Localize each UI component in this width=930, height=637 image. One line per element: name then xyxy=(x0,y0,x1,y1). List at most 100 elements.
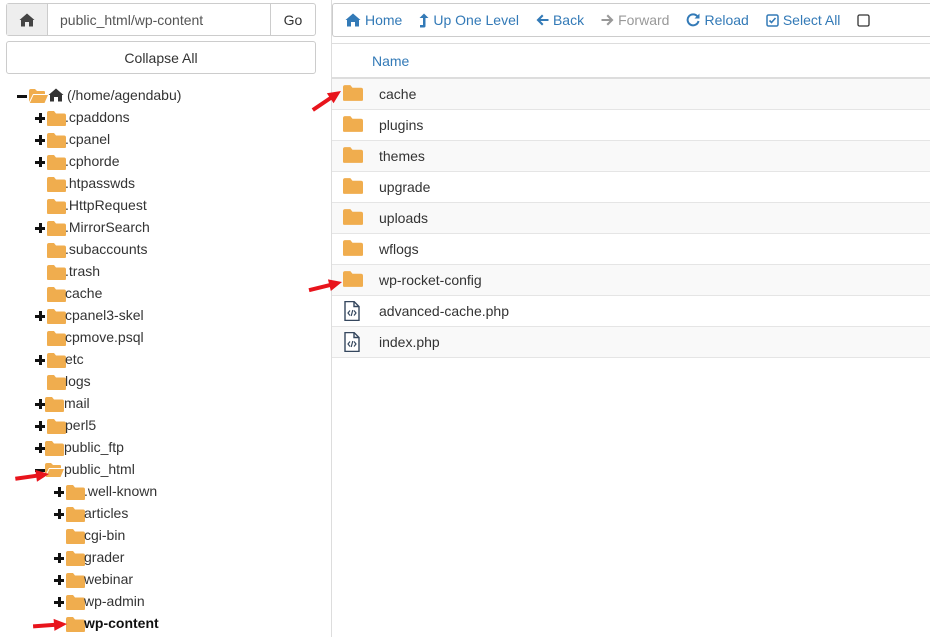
tree-item-grader[interactable]: grader xyxy=(0,547,330,569)
tree-item-label: cache xyxy=(65,285,103,301)
toolbar-forward-button[interactable]: Forward xyxy=(601,12,669,28)
toolbar-up-one-level-label: Up One Level xyxy=(433,12,519,28)
expand-toggle-icon[interactable] xyxy=(35,443,45,453)
home-icon xyxy=(48,88,64,102)
tree-item-mirrorsearch[interactable]: .MirrorSearch xyxy=(0,217,330,239)
tree-item-cpaddons[interactable]: .cpaddons xyxy=(0,107,330,129)
toolbar-unselect-all-button[interactable] xyxy=(857,13,874,27)
tree-item-label: .subaccounts xyxy=(65,241,148,257)
arrow-right-icon xyxy=(601,14,614,26)
table-row[interactable]: wp-rocket-config xyxy=(332,265,930,296)
tree-item-label: wp-content xyxy=(84,615,159,631)
collapse-all-button[interactable]: Collapse All xyxy=(6,41,316,74)
folder-icon xyxy=(66,529,85,544)
tree-item-label: logs xyxy=(65,373,91,389)
tree-item-webinar[interactable]: webinar xyxy=(0,569,330,591)
tree-item-wp-admin[interactable]: wp-admin xyxy=(0,591,330,613)
folder-icon xyxy=(343,271,363,287)
tree-item-perl5[interactable]: perl5 xyxy=(0,415,330,437)
tree-item-cpanel3-skel[interactable]: cpanel3-skel xyxy=(0,305,330,327)
table-row[interactable]: advanced-cache.php xyxy=(332,296,930,327)
toolbar-up-one-level-button[interactable]: Up One Level xyxy=(419,12,519,28)
expand-toggle-icon[interactable] xyxy=(35,399,45,409)
tree-item-articles[interactable]: articles xyxy=(0,503,330,525)
tree-root[interactable]: (/home/agendabu) xyxy=(0,85,330,107)
toolbar-select-all-button[interactable]: Select All xyxy=(766,12,841,28)
table-row[interactable]: plugins xyxy=(332,110,930,141)
expand-toggle-icon[interactable] xyxy=(54,575,64,585)
tree-item-etc[interactable]: etc xyxy=(0,349,330,371)
expand-toggle-icon[interactable] xyxy=(54,509,64,519)
level-up-icon xyxy=(419,13,429,28)
file-name: advanced-cache.php xyxy=(379,303,509,319)
tree-item-well-known[interactable]: .well-known xyxy=(0,481,330,503)
tree-item-label: articles xyxy=(84,505,129,521)
folder-icon xyxy=(47,287,66,302)
folder-icon xyxy=(66,551,85,566)
tree-item-label: .cpanel xyxy=(65,131,111,147)
tree-item-trash[interactable]: .trash xyxy=(0,261,330,283)
tree-item-logs[interactable]: logs xyxy=(0,371,330,393)
file-name: plugins xyxy=(379,117,424,133)
toolbar-reload-label: Reload xyxy=(704,12,749,28)
file-tree-pane: Go Collapse All (/home/agendabu) .cpaddo… xyxy=(0,0,331,637)
tree-item-cpmove-psql[interactable]: cpmove.psql xyxy=(0,327,330,349)
tree-item-httprequest[interactable]: .HttpRequest xyxy=(0,195,330,217)
php-file-icon xyxy=(344,332,360,352)
tree-item-htpasswds[interactable]: .htpasswds xyxy=(0,173,330,195)
tree-item-label: .cphorde xyxy=(65,153,120,169)
annotation-arrow-icon xyxy=(309,86,345,115)
folder-icon xyxy=(47,177,66,192)
path-home-button[interactable] xyxy=(7,4,48,35)
folder-icon xyxy=(47,199,66,214)
home-icon xyxy=(19,13,35,26)
tree-item-cphorde[interactable]: .cphorde xyxy=(0,151,330,173)
table-row[interactable]: index.php xyxy=(332,327,930,358)
tree-item-subaccounts[interactable]: .subaccounts xyxy=(0,239,330,261)
table-row[interactable]: upgrade xyxy=(332,172,930,203)
toolbar-select-all-label: Select All xyxy=(782,12,841,28)
expand-toggle-icon[interactable] xyxy=(54,553,64,563)
expand-toggle-icon[interactable] xyxy=(35,223,45,233)
tree-item-cpanel[interactable]: .cpanel xyxy=(0,129,330,151)
tree-item-cgi-bin[interactable]: cgi-bin xyxy=(0,525,330,547)
table-row[interactable]: wflogs xyxy=(332,234,930,265)
file-toolbar: Home Up One Level Back Forward Reload Se… xyxy=(332,3,930,37)
table-row[interactable]: themes xyxy=(332,141,930,172)
file-name: cache xyxy=(379,86,417,102)
toolbar-forward-label: Forward xyxy=(618,12,670,28)
folder-icon xyxy=(66,595,85,610)
tree-item-cache[interactable]: cache xyxy=(0,283,330,305)
expand-toggle-icon[interactable] xyxy=(35,421,45,431)
column-header-name[interactable]: Name xyxy=(372,53,409,69)
toolbar-reload-button[interactable]: Reload xyxy=(686,12,749,28)
folder-icon xyxy=(343,85,363,101)
tree-item-label: .HttpRequest xyxy=(65,197,147,213)
file-rows: cache plugins themes upgrade uploads wfl… xyxy=(332,79,930,358)
tree-item-mail[interactable]: mail xyxy=(0,393,330,415)
tree-item-label: .MirrorSearch xyxy=(65,219,150,235)
toolbar-home-button[interactable]: Home xyxy=(345,12,402,28)
file-name: wflogs xyxy=(379,241,419,257)
folder-icon xyxy=(45,397,64,412)
tree-item-label: webinar xyxy=(84,571,134,587)
table-row[interactable]: uploads xyxy=(332,203,930,234)
toolbar-home-label: Home xyxy=(365,12,403,28)
collapse-toggle-icon[interactable] xyxy=(17,91,27,101)
path-input[interactable] xyxy=(48,4,270,35)
expand-toggle-icon[interactable] xyxy=(54,597,64,607)
expand-toggle-icon[interactable] xyxy=(54,487,64,497)
go-button[interactable]: Go xyxy=(270,4,315,35)
tree-item-label: cpanel3-skel xyxy=(65,307,144,323)
toolbar-back-button[interactable]: Back xyxy=(536,12,584,28)
expand-toggle-icon[interactable] xyxy=(35,135,45,145)
expand-toggle-icon[interactable] xyxy=(35,113,45,123)
tree-item-label: etc xyxy=(65,351,84,367)
expand-toggle-icon[interactable] xyxy=(35,311,45,321)
table-row[interactable]: cache xyxy=(332,79,930,110)
expand-toggle-icon[interactable] xyxy=(35,355,45,365)
folder-icon xyxy=(66,485,85,500)
tree-item-public-ftp[interactable]: public_ftp xyxy=(0,437,330,459)
folder-icon xyxy=(343,116,363,132)
expand-toggle-icon[interactable] xyxy=(35,157,45,167)
